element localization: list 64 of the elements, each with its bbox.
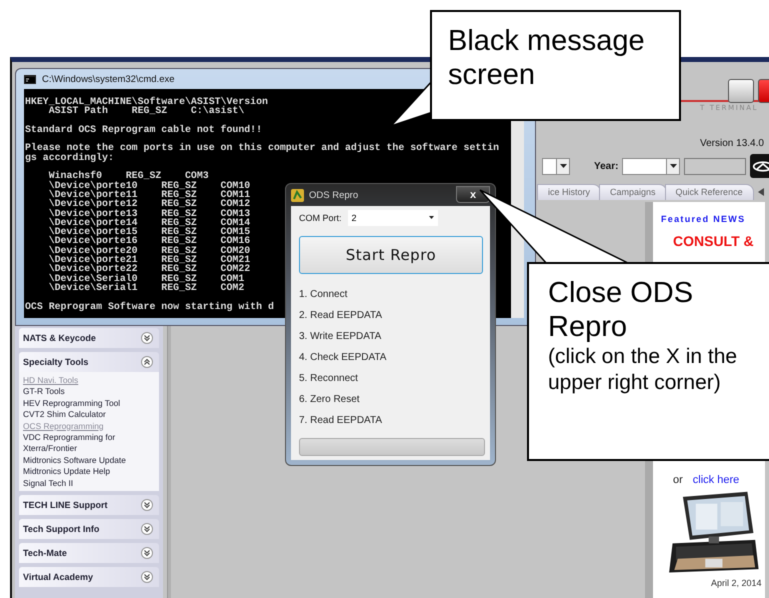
section-header[interactable]: Tech Support Info: [19, 519, 159, 540]
section-header[interactable]: Tech-Mate: [19, 543, 159, 564]
console-line: Standard OCS Reprogram cable not found!!: [25, 124, 262, 134]
console-line: \Device\Serial1 REG_SZ COM2: [48, 282, 244, 292]
com-port-dropdown[interactable]: 2: [348, 210, 438, 226]
menu-link[interactable]: Midtronics Update Help: [23, 466, 155, 478]
console-line: ASIST Path REG_SZ C:\asist\: [48, 106, 244, 116]
section-header[interactable]: TECH LINE Support: [19, 495, 159, 516]
console-line: \Device\porte22 REG_SZ COM22: [48, 264, 250, 274]
console-line: OCS Reprogram Software now starting with d: [25, 302, 274, 311]
console-line: \Device\porte16 REG_SZ COM16: [48, 236, 250, 246]
start-repro-button[interactable]: Start Repro: [299, 236, 483, 274]
step-label: 7. Read EEPDATA: [299, 414, 383, 428]
step-label: 3. Write EEPDATA: [299, 330, 382, 344]
console-line: \Device\porte11 REG_SZ COM11: [48, 190, 250, 200]
step-label: 5. Reconnect: [299, 372, 359, 386]
callout-text: Black message screen: [448, 24, 646, 92]
tab[interactable]: ice History: [537, 184, 602, 200]
callout-title: Close ODS Repro: [548, 276, 694, 344]
console-line: Winachsf0 REG_SZ COM3: [48, 171, 209, 181]
console-line: Please note the com ports in use on this computer and adjust the software settin: [25, 143, 500, 153]
console-line: \Device\porte13 REG_SZ COM13: [48, 208, 250, 218]
news-date: April 2, 2014: [711, 578, 762, 588]
section-header[interactable]: Virtual Academy: [19, 567, 159, 588]
section-title: NATS & Keycode: [23, 333, 96, 343]
year-label: Year:: [594, 160, 618, 172]
section-header[interactable]: Specialty Tools: [19, 352, 159, 372]
click-here-link[interactable]: click here: [692, 474, 740, 486]
callout-note: (click on the X in the upper right corner): [548, 344, 738, 396]
menu-link[interactable]: GT-R Tools: [23, 386, 155, 398]
tab[interactable]: Campaigns: [599, 184, 667, 200]
tab[interactable]: Quick Reference: [664, 184, 754, 200]
console-line: \Device\porte21 REG_SZ COM21: [48, 255, 250, 264]
step-label: 6. Zero Reset: [299, 393, 361, 407]
console-line: \Device\Serial0 REG_SZ COM1: [48, 274, 244, 283]
version-label: Version 13.4.0: [700, 138, 764, 149]
menu-link[interactable]: Signal Tech II: [23, 478, 155, 490]
section-title: TECH LINE Support: [23, 500, 108, 510]
section-title: Tech Support Info: [23, 524, 100, 534]
console-line: HKEY_LOCAL_MACHINE\Software\ASIST\Version: [25, 97, 268, 106]
step-label: 1. Connect: [299, 288, 348, 302]
step-label: 4. Check EEPDATA: [299, 351, 388, 365]
news-headline: CONSULT &: [673, 232, 754, 251]
console-line: \Device\porte12 REG_SZ COM12: [48, 199, 250, 209]
console-line: gs accordingly:: [25, 152, 114, 162]
menu-link[interactable]: HEV Reprogramming Tool: [23, 398, 155, 410]
menu-link[interactable]: CVT2 Shim Calculator: [23, 409, 155, 421]
section-header[interactable]: NATS & Keycode: [19, 328, 159, 348]
section-title: Virtual Academy: [23, 572, 94, 582]
section-title: Specialty Tools: [23, 357, 88, 367]
console-line: \Device\porte20 REG_SZ COM20: [48, 246, 250, 256]
close-button[interactable]: x: [456, 186, 490, 203]
section-title: Tech-Mate: [23, 548, 67, 558]
news-heading: Featured NEWS: [661, 214, 746, 224]
dialog-title: ODS Repro: [309, 190, 358, 200]
step-label: 2. Read EEPDATA: [299, 309, 383, 323]
console-line: \Device\porte15 REG_SZ COM15: [48, 227, 250, 236]
menu-link[interactable]: Midtronics Software Update: [23, 454, 155, 466]
console-line: \Device\porte10 REG_SZ COM10: [48, 180, 250, 190]
window-title: C:\Windows\system32\cmd.exe: [42, 74, 175, 84]
console-line: \Device\porte14 REG_SZ COM14: [48, 218, 250, 228]
or-text: or: [673, 474, 683, 486]
menu-link[interactable]: VDC Reprogramming for Xterra/Frontier: [23, 432, 155, 455]
com-port-label: COM Port:: [299, 212, 342, 222]
